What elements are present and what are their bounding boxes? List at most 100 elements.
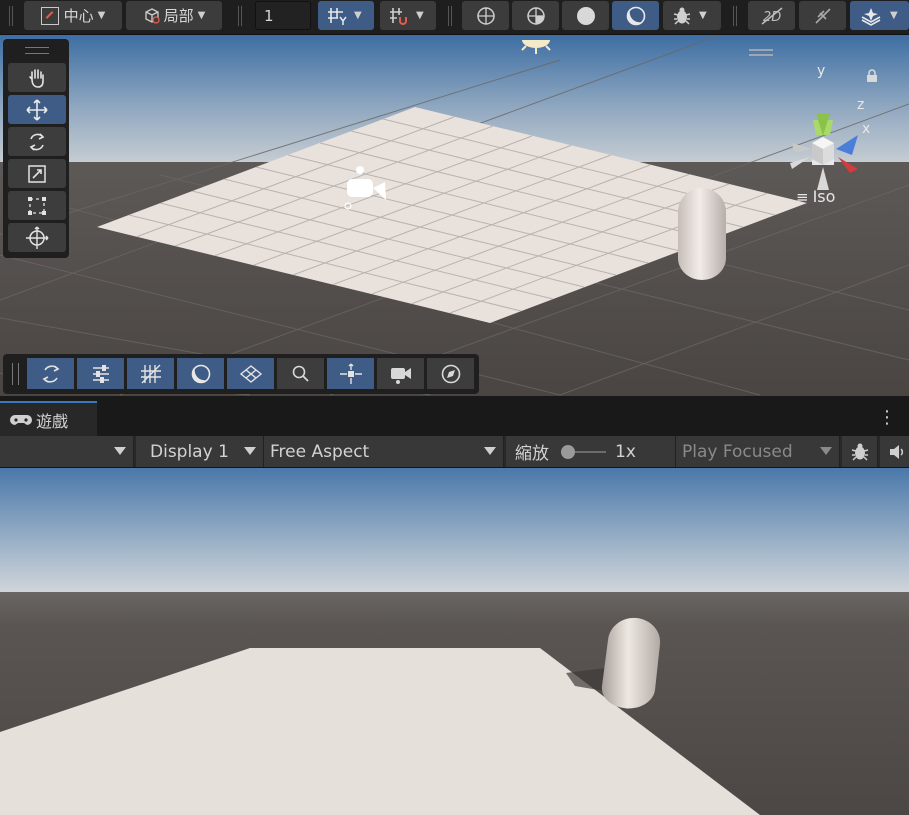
orientation-gizmo[interactable] (780, 65, 870, 200)
shading-shaded-button[interactable] (562, 1, 609, 30)
chevron-down-icon (114, 447, 126, 455)
rotate-icon (41, 364, 60, 383)
scene-view[interactable]: y z x ≡ Iso (0, 35, 909, 396)
camera-icon (390, 367, 411, 384)
hand-icon (29, 68, 44, 88)
increment-snap-icon (390, 7, 407, 25)
audio-toggle[interactable] (799, 1, 846, 30)
transform-icon (26, 226, 49, 249)
transform-tool-button[interactable] (8, 223, 66, 252)
camera-overlay-button[interactable] (377, 358, 424, 389)
grid-snapping-toggle[interactable]: ▼ (318, 1, 374, 30)
shaded-wireframe-sphere-icon (526, 6, 545, 25)
scene-lighting-off-icon (814, 7, 831, 24)
pivot-overlay-button[interactable] (327, 358, 374, 389)
game-capsule-object (601, 617, 661, 709)
scale-label: 縮放 (515, 444, 549, 464)
scene-visibility-dropdown[interactable]: ▼ (850, 1, 909, 30)
shading-shaded-wireframe-button[interactable] (512, 1, 559, 30)
gizmo-axis-z-label: z (857, 97, 865, 113)
chevron-down-icon (244, 447, 256, 455)
scale-control: 縮放 1x (506, 436, 676, 467)
lighting-overlay-button[interactable] (177, 358, 224, 389)
capsule-object[interactable] (678, 188, 726, 280)
pivot-space-dropdown[interactable]: 局部 ▼ (126, 1, 222, 30)
chevron-down-icon (820, 447, 832, 455)
2d-mode-toggle[interactable]: 2D (748, 1, 795, 30)
2d-mode-icon: 2D (761, 6, 782, 25)
increment-snap-toggle[interactable]: ▼ (380, 1, 436, 30)
more-options-icon[interactable]: ⋮ (878, 408, 896, 428)
orbit-overlay-button[interactable] (27, 358, 74, 389)
pivot-mode-dropdown[interactable]: 中心 ▼ (24, 1, 122, 30)
shading-wireframe-button[interactable] (462, 1, 509, 30)
pivot-arrows-icon (339, 363, 362, 384)
hand-tool-button[interactable] (8, 63, 66, 92)
lock-icon[interactable] (865, 69, 879, 83)
aspect-dropdown[interactable]: Free Aspect (264, 436, 504, 467)
grid-overlay-button[interactable] (127, 358, 174, 389)
wireframe-sphere-icon (476, 6, 495, 25)
scale-tool-button[interactable] (8, 159, 66, 188)
layers-icon (861, 7, 881, 26)
projection-toggle[interactable]: ≡ Iso (796, 187, 835, 206)
toolbar-grip[interactable] (9, 6, 13, 26)
scene-viewport[interactable] (0, 35, 909, 396)
scene-toolbar: 中心 ▼ 局部 ▼ 1 ▼ ▼ ▼ 2D ▼ (0, 0, 909, 35)
lit-sphere-icon (626, 6, 645, 25)
gizmo-axis-x-label: x (862, 121, 871, 137)
lit-sphere-icon (191, 364, 210, 383)
game-mode-dropdown[interactable] (0, 436, 134, 467)
search-overlay-button[interactable] (277, 358, 324, 389)
projection-label: Iso (812, 187, 836, 206)
game-viewport[interactable] (0, 468, 909, 815)
scale-icon (28, 164, 46, 183)
shading-lit-button[interactable] (612, 1, 659, 30)
chevron-down-icon[interactable]: ▼ (354, 10, 362, 21)
grid-icon (140, 364, 161, 383)
view-options-overlay (3, 354, 479, 394)
aspect-value: Free Aspect (270, 441, 370, 462)
pivot-mode-label: 中心 (63, 7, 94, 25)
search-icon (292, 365, 309, 382)
pivot-space-label: 局部 (163, 7, 194, 25)
chevron-down-icon (484, 447, 496, 455)
grid-size-field[interactable]: 1 (255, 1, 311, 30)
rotate-icon (29, 132, 45, 151)
sliders-icon (92, 364, 109, 383)
navigation-overlay-button[interactable] (427, 358, 474, 389)
rotate-tool-button[interactable] (8, 127, 66, 156)
grid-snap-icon (328, 7, 347, 25)
toolbar-grip[interactable] (238, 6, 242, 26)
menu-lines-icon: ≡ (796, 187, 809, 206)
chevron-down-icon[interactable]: ▼ (416, 10, 424, 21)
rect-transform-icon (28, 196, 46, 215)
rect-tool-button[interactable] (8, 191, 66, 220)
scale-slider-handle[interactable] (561, 445, 575, 459)
chevron-down-icon: ▼ (699, 10, 707, 21)
gizmos-toggle[interactable] (842, 436, 878, 467)
gizmo-axis-y-label: y (817, 63, 826, 79)
chevron-down-icon: ▼ (97, 10, 106, 21)
snapping-overlay-button[interactable] (227, 358, 274, 389)
bug-icon (851, 443, 868, 461)
overlay-drag-handle[interactable] (12, 363, 19, 385)
play-mode-dropdown[interactable]: Play Focused (676, 436, 840, 467)
tool-settings-overlay-button[interactable] (77, 358, 124, 389)
move-tool-button[interactable] (8, 95, 66, 124)
display-dropdown[interactable]: Display 1 (136, 436, 264, 467)
toolbar-grip[interactable] (733, 6, 737, 26)
tools-overlay (3, 39, 69, 258)
scale-value: 1x (615, 441, 636, 462)
overlay-drag-handle[interactable] (25, 47, 49, 54)
game-render[interactable] (0, 468, 909, 815)
tab-game[interactable]: 遊戲 (0, 401, 97, 436)
svg-text:2D: 2D (763, 10, 781, 25)
local-space-icon (144, 7, 160, 24)
mute-audio-toggle[interactable] (880, 436, 909, 467)
debug-draw-mode-dropdown[interactable]: ▼ (663, 1, 721, 30)
toolbar-grip[interactable] (448, 6, 452, 26)
play-mode-value: Play Focused (682, 441, 793, 462)
shaded-sphere-icon (576, 6, 595, 25)
chevron-down-icon: ▼ (890, 10, 898, 21)
